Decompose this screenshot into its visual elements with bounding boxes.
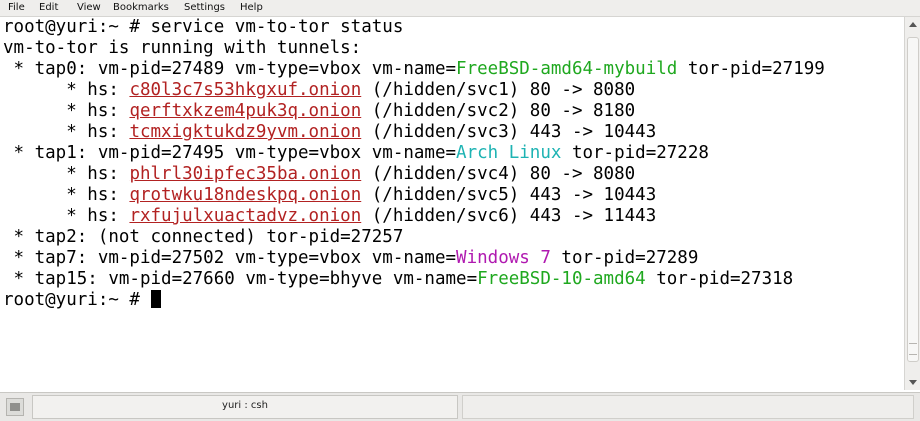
scroll-down-arrow-icon[interactable] [909, 380, 917, 385]
menu-bookmarks[interactable]: Bookmarks [113, 2, 169, 13]
tap15-suffix: tor-pid=27318 [645, 269, 794, 289]
hs-prefix: * hs: [3, 101, 130, 121]
hs-details: (/hidden/svc4) 80 -> 8080 [361, 164, 636, 184]
hidden-service-line: * hs: qrotwku18ndeskpq.onion (/hidden/sv… [3, 185, 656, 206]
hs-prefix: * hs: [3, 164, 130, 184]
hs-details: (/hidden/svc2) 80 -> 8180 [361, 101, 636, 121]
text-cursor [150, 290, 161, 308]
menu-settings[interactable]: Settings [184, 2, 225, 13]
tap1-prefix: * tap1: vm-pid=27495 vm-type=vbox vm-nam… [3, 143, 457, 163]
hidden-service-line: * hs: qerftxkzem4puk3q.onion (/hidden/sv… [3, 101, 635, 122]
onion-link[interactable]: phlrl30ipfec35ba.onion [129, 164, 361, 184]
menu-help[interactable]: Help [240, 2, 263, 13]
menu-edit[interactable]: Edit [39, 2, 58, 13]
hs-prefix: * hs: [3, 185, 130, 205]
tap7-line: * tap7: vm-pid=27502 vm-type=vbox vm-nam… [3, 248, 699, 269]
hidden-service-line: * hs: tcmxigktukdz9yvm.onion (/hidden/sv… [3, 122, 656, 143]
tap7-vm-name: Windows 7 [456, 248, 551, 268]
onion-link[interactable]: qerftxkzem4puk3q.onion [129, 101, 361, 121]
onion-link[interactable]: tcmxigktukdz9yvm.onion [129, 122, 361, 142]
tap15-line: * tap15: vm-pid=27660 vm-type=bhyve vm-n… [3, 269, 794, 290]
tap1-vm-name: Arch Linux [456, 143, 562, 163]
hs-details: (/hidden/svc1) 80 -> 8080 [361, 80, 636, 100]
taskbar-window-button[interactable]: yuri : csh [32, 395, 458, 419]
hs-details: (/hidden/svc6) 443 -> 11443 [361, 206, 657, 226]
onion-link[interactable]: c80l3c7s53hkgxuf.onion [129, 80, 361, 100]
grip-icon [909, 343, 917, 355]
hs-details: (/hidden/svc5) 443 -> 10443 [361, 185, 657, 205]
hidden-service-line: * hs: c80l3c7s53hkgxuf.onion (/hidden/sv… [3, 80, 635, 101]
show-desktop-icon[interactable] [6, 398, 24, 416]
tap0-prefix: * tap0: vm-pid=27489 vm-type=vbox vm-nam… [3, 59, 457, 79]
vertical-scrollbar[interactable] [904, 17, 920, 390]
taskbar-empty-slot [462, 395, 914, 419]
scroll-up-arrow-icon[interactable] [909, 22, 917, 27]
onion-link[interactable]: rxfujulxuactadvz.onion [129, 206, 361, 226]
desktop-icon-inner [10, 403, 20, 411]
tap7-suffix: tor-pid=27289 [550, 248, 699, 268]
tap1-suffix: tor-pid=27228 [561, 143, 709, 163]
hs-prefix: * hs: [3, 122, 130, 142]
tap2-line: * tap2: (not connected) tor-pid=27257 [3, 227, 404, 247]
menu-view[interactable]: View [77, 2, 101, 13]
terminal-line: root@yuri:~ # service vm-to-tor status [3, 17, 404, 37]
terminal-line: vm-to-tor is running with tunnels: [3, 38, 362, 58]
taskbar-window-title: yuri : csh [222, 400, 268, 411]
hs-details: (/hidden/svc3) 443 -> 10443 [361, 122, 657, 142]
tap1-line: * tap1: vm-pid=27495 vm-type=vbox vm-nam… [3, 143, 709, 164]
hidden-service-line: * hs: rxfujulxuactadvz.onion (/hidden/sv… [3, 206, 656, 227]
tap0-line: * tap0: vm-pid=27489 vm-type=vbox vm-nam… [3, 59, 825, 80]
terminal-output[interactable]: root@yuri:~ # service vm-to-tor status v… [0, 17, 904, 392]
hidden-service-line: * hs: phlrl30ipfec35ba.onion (/hidden/sv… [3, 164, 635, 185]
tap15-vm-name: FreeBSD-10-amd64 [477, 269, 646, 289]
tap0-vm-name: FreeBSD-amd64-mybuild [456, 59, 678, 79]
hs-prefix: * hs: [3, 80, 130, 100]
shell-prompt: root@yuri:~ # [3, 290, 151, 310]
onion-link[interactable]: qrotwku18ndeskpq.onion [129, 185, 361, 205]
scrollbar-thumb[interactable] [907, 37, 919, 362]
hs-prefix: * hs: [3, 206, 130, 226]
tap15-prefix: * tap15: vm-pid=27660 vm-type=bhyve vm-n… [3, 269, 478, 289]
taskbar: yuri : csh [0, 392, 920, 421]
prompt-line[interactable]: root@yuri:~ # [3, 290, 161, 311]
tap0-suffix: tor-pid=27199 [677, 59, 825, 79]
menu-bar: File Edit View Bookmarks Settings Help [0, 0, 920, 17]
menu-file[interactable]: File [8, 2, 25, 13]
tap7-prefix: * tap7: vm-pid=27502 vm-type=vbox vm-nam… [3, 248, 457, 268]
